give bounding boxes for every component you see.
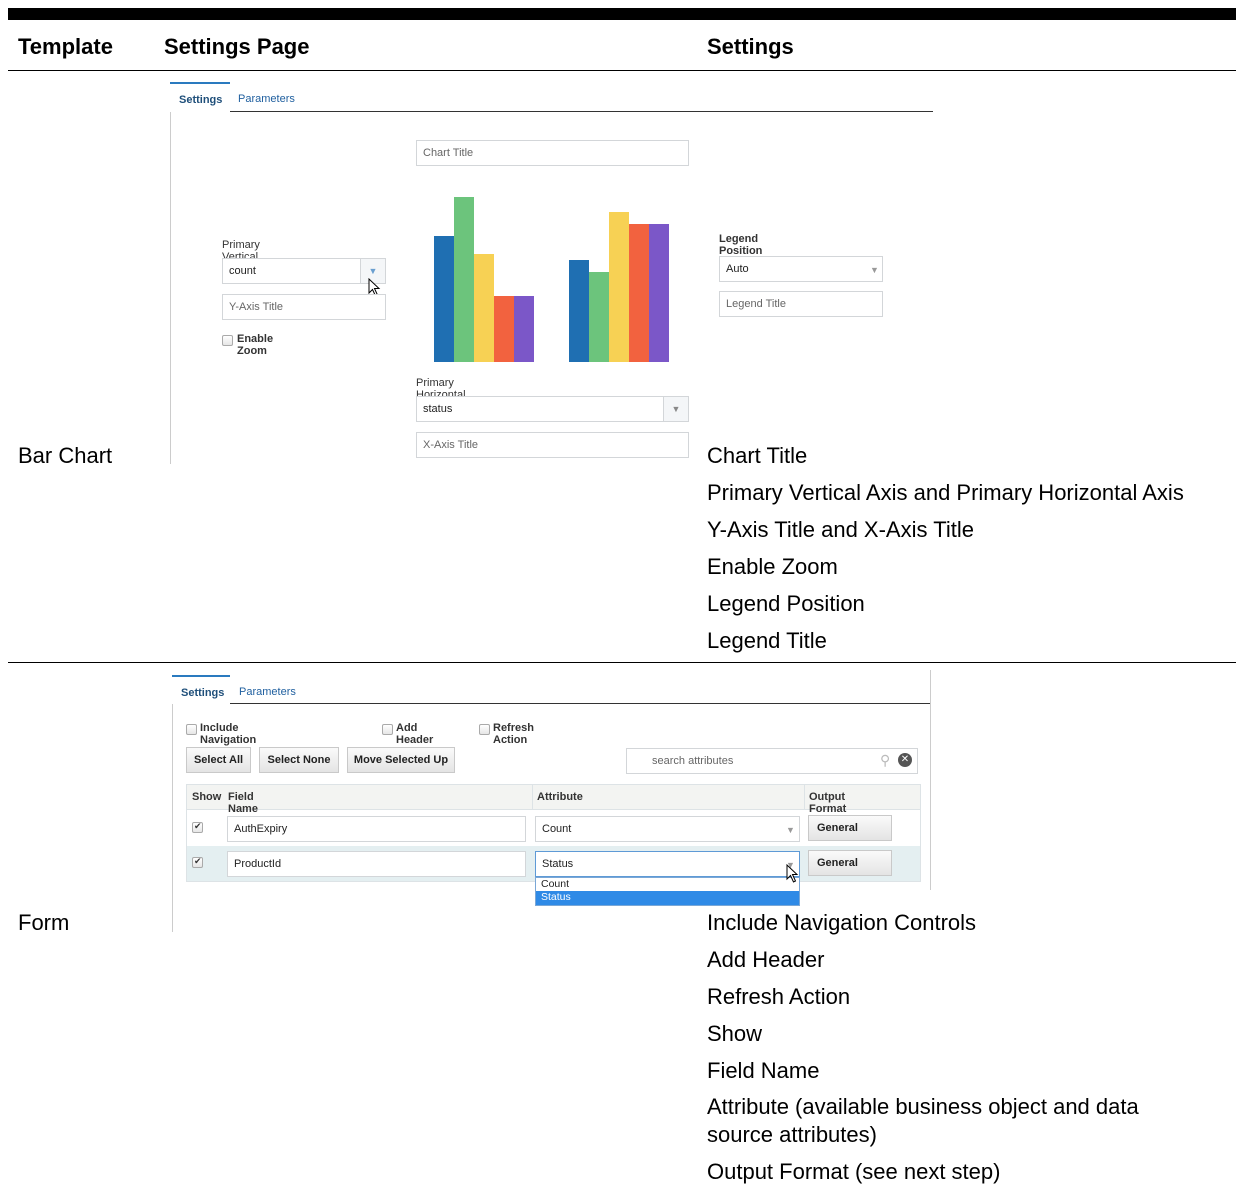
enable-zoom-checkbox[interactable] [222,335,233,346]
include-navigation-controls-checkbox[interactable] [186,724,197,735]
setting-item: Y-Axis Title and X-Axis Title [707,517,974,542]
setting-item: Refresh Action [707,984,851,1009]
dropdown-option[interactable]: Status [541,891,571,903]
column-show: Show [192,791,222,803]
setting-item: Legend Position [707,591,865,616]
setting-item: Attribute (available business object and… [707,1094,1139,1147]
y-axis-title-field[interactable]: Y-Axis Title [222,294,386,320]
column-output-format: Output Format [809,791,847,815]
bar-purple [514,296,534,362]
template-name: Form [18,910,70,935]
column-divider [804,785,805,810]
bar-blue [434,236,454,362]
chevron-down-icon[interactable]: ▼ [870,265,879,275]
refresh-action-checkbox[interactable] [479,724,490,735]
attribute-select[interactable]: Status [535,851,800,877]
chart-title-field[interactable]: Chart Title [416,140,689,166]
bar-green [454,197,474,362]
template-name: Bar Chart [18,443,113,468]
primary-horizontal-axis-value: status [423,403,453,415]
clear-icon[interactable]: ✕ [898,753,912,767]
column-attribute: Attribute [537,791,583,803]
dropdown-option[interactable]: Count [541,878,569,890]
setting-item: Output Format (see next step) [707,1159,1001,1184]
move-selected-up-button[interactable]: Move Selected Up [347,747,455,773]
tab-settings[interactable]: Settings [170,82,230,112]
primary-vertical-axis-value: count [229,265,256,277]
row-rule [8,662,1236,663]
bar-orange [629,224,649,362]
setting-item: Show [707,1021,763,1046]
column-field-name: Field Name [228,791,258,815]
dropdown-option-highlight [536,891,799,905]
setting-item: Add Header [707,947,825,972]
form-settings-list: Include Navigation Controls Add Header R… [707,904,1207,1190]
primary-horizontal-axis-select[interactable]: status [416,396,689,422]
chevron-down-icon[interactable]: ▼ [663,397,688,421]
header-settings-page: Settings Page [164,34,310,59]
legend-position-select[interactable]: Auto [719,256,883,282]
setting-item: Chart Title [707,443,808,468]
legend-position-value: Auto [726,263,749,275]
search-attributes-input[interactable]: search attributes [626,748,918,774]
bar-orange [494,296,514,362]
top-rule [8,8,1236,20]
bar-chart-settings-list: Chart Title Primary Vertical Axis and Pr… [707,437,1184,659]
select-all-button[interactable]: Select All [186,747,251,773]
bar-blue [569,260,589,362]
refresh-action-label: Refresh Action [493,722,534,746]
column-divider [532,785,533,810]
field-name-input[interactable]: ProductId [227,851,526,877]
setting-item: Enable Zoom [707,554,838,579]
enable-zoom-label: Enable Zoom [237,333,274,357]
panel-right-border [930,670,931,890]
legend-position-label: Legend Position [719,233,763,257]
header-rule [8,70,1236,71]
attribute-value: Status [542,858,574,870]
chevron-down-icon[interactable]: ▼ [786,825,795,835]
header-template: Template [18,34,113,59]
show-checkbox[interactable] [192,856,203,868]
bar-green [589,272,609,362]
add-header-label: Add Header [396,722,434,746]
output-format-button[interactable]: General [808,815,892,841]
setting-item: Legend Title [707,628,827,653]
panel-left-border [170,112,171,464]
bar-purple [649,224,669,362]
bar-yellow [609,212,629,362]
tab-rule [230,703,930,704]
setting-item: Primary Vertical Axis and Primary Horizo… [707,480,1184,505]
attribute-value: Count [542,823,572,835]
header-settings: Settings [707,34,794,59]
field-name-input[interactable]: AuthExpiry [227,816,526,842]
tab-parameters[interactable]: Parameters [239,686,296,698]
output-format-button[interactable]: General [808,850,892,876]
setting-item: Include Navigation Controls [707,910,977,935]
x-axis-title-field[interactable]: X-Axis Title [416,432,689,458]
mouse-cursor-icon [786,864,799,883]
tab-settings[interactable]: Settings [172,675,230,705]
show-checkbox[interactable] [192,821,203,833]
legend-title-field[interactable]: Legend Title [719,291,883,317]
tab-parameters[interactable]: Parameters [238,93,295,105]
attribute-select[interactable]: Count [535,816,800,842]
setting-item: Field Name [707,1058,820,1083]
add-header-checkbox[interactable] [382,724,393,735]
select-none-button[interactable]: Select None [259,747,339,773]
tab-rule [230,111,933,112]
search-icon[interactable]: ⚲ [880,752,890,769]
bar-yellow [474,254,494,362]
panel-left-border [172,704,173,932]
